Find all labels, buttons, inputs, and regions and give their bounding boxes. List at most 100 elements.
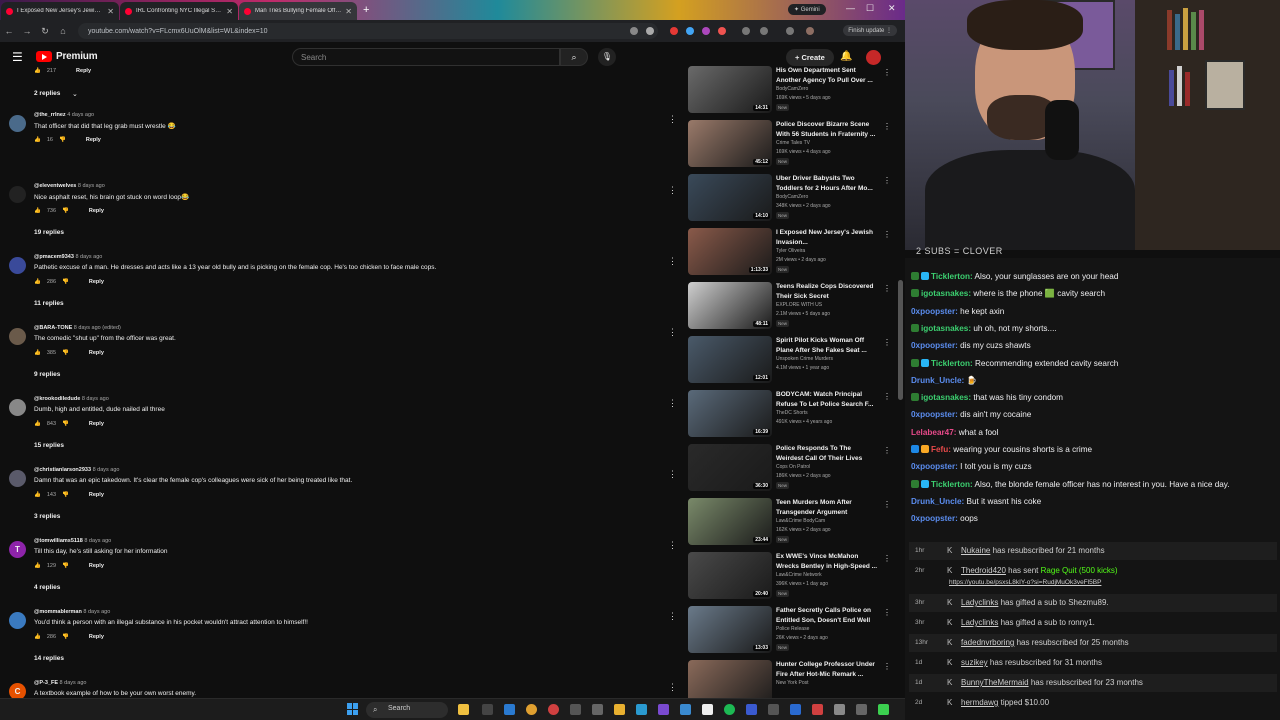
extension-icon[interactable] xyxy=(742,27,750,35)
comment-more-icon[interactable]: ⋮ xyxy=(668,327,677,338)
video-title[interactable]: Police Discover Bizarre Scene With 56 St… xyxy=(776,120,880,139)
comment-author[interactable]: @krookodiledude xyxy=(34,396,80,402)
comment-author[interactable]: @pmacem9343 xyxy=(34,254,74,260)
replies-toggle[interactable]: 15 replies xyxy=(34,442,64,449)
chat-username[interactable]: Ticklerton: xyxy=(931,272,973,281)
video-title[interactable]: Hunter College Professor Under Fire Afte… xyxy=(776,660,880,679)
replies-toggle[interactable]: 9 replies xyxy=(34,371,60,378)
discord-icon[interactable] xyxy=(658,704,669,715)
reply-button[interactable]: Reply xyxy=(89,563,104,569)
create-button[interactable]: + Create xyxy=(786,49,834,66)
chat-username[interactable]: 0xpoopster: xyxy=(911,410,958,419)
comment-avatar[interactable] xyxy=(9,399,26,416)
video-channel[interactable]: TheDC Shorts xyxy=(776,410,808,416)
taskbar-app-icon[interactable] xyxy=(790,704,801,715)
thumbs-up-icon[interactable]: 👍 xyxy=(34,563,41,569)
close-tab-icon[interactable]: ✕ xyxy=(226,7,233,16)
taskbar-app-icon[interactable] xyxy=(636,704,647,715)
chat-username[interactable]: 0xpoopster: xyxy=(911,341,958,350)
video-more-icon[interactable]: ⋮ xyxy=(883,230,891,239)
video-thumbnail[interactable] xyxy=(688,660,772,698)
event-username[interactable]: hermdawg xyxy=(961,698,998,707)
taskbar-search-field[interactable]: ⌕ Search xyxy=(366,702,448,718)
related-video-item[interactable]: 1:13:33 I Exposed New Jersey's Jewish Inv… xyxy=(686,228,896,282)
reload-icon[interactable]: ↻ xyxy=(36,26,54,37)
comment-avatar[interactable] xyxy=(9,186,26,203)
thumbs-up-icon[interactable]: 👍 xyxy=(34,279,41,285)
video-thumbnail[interactable]: 20:40 xyxy=(688,552,772,599)
comment-more-icon[interactable]: ⋮ xyxy=(668,469,677,480)
video-thumbnail[interactable]: 14:31 xyxy=(688,66,772,113)
reply-button[interactable]: Reply xyxy=(76,68,91,74)
related-video-item[interactable]: 14:10 Uber Driver Babysits Two Toddlers f… xyxy=(686,174,896,228)
chat-username[interactable]: Drunk_Uncle: xyxy=(911,497,964,506)
event-username[interactable]: Ladyclinks xyxy=(961,618,998,627)
comment-more-icon[interactable]: ⋮ xyxy=(668,398,677,409)
reply-button[interactable]: Reply xyxy=(89,279,104,285)
close-tab-icon[interactable]: ✕ xyxy=(107,7,114,16)
browser-tab[interactable]: IRL Confronting NYC Illegal Sc... ✕ xyxy=(120,2,238,20)
video-title[interactable]: His Own Department Sent Another Agency T… xyxy=(776,66,880,85)
replies-toggle[interactable]: 19 replies xyxy=(34,229,64,236)
reply-button[interactable]: Reply xyxy=(89,634,104,640)
related-video-item[interactable]: 13:03 Father Secretly Calls Police on Ent… xyxy=(686,606,896,660)
gemini-button[interactable]: ✦ Gemini xyxy=(788,4,826,15)
chat-username[interactable]: 0xpoopster: xyxy=(911,514,958,523)
video-more-icon[interactable]: ⋮ xyxy=(883,338,891,347)
reply-button[interactable]: Reply xyxy=(89,421,104,427)
video-channel[interactable]: New York Post xyxy=(776,680,809,686)
video-channel[interactable]: Crime Tales TV xyxy=(776,140,810,146)
video-thumbnail[interactable]: 45:12 xyxy=(688,120,772,167)
thumbs-down-icon[interactable]: 👎 xyxy=(59,137,66,143)
comment-more-icon[interactable]: ⋮ xyxy=(668,114,677,125)
video-channel[interactable]: EXPLORE WITH US xyxy=(776,302,822,308)
video-title[interactable]: Ex WWE's Vince McMahon Wrecks Bentley in… xyxy=(776,552,880,571)
related-video-item[interactable]: 14:31 His Own Department Sent Another Age… xyxy=(686,66,896,120)
thumbs-up-icon[interactable]: 👍 xyxy=(34,350,41,356)
chat-username[interactable]: 0xpoopster: xyxy=(911,462,958,471)
comment-more-icon[interactable]: ⋮ xyxy=(668,611,677,622)
video-thumbnail[interactable]: 16:39 xyxy=(688,390,772,437)
video-channel[interactable]: Law&Crime BodyCam xyxy=(776,518,825,524)
video-channel[interactable]: Unspoken Crime Murders xyxy=(776,356,833,362)
event-username[interactable]: Thedroid420 xyxy=(961,566,1006,575)
video-title[interactable]: BODYCAM: Watch Principal Refuse To Let P… xyxy=(776,390,880,409)
video-thumbnail[interactable]: 23:44 xyxy=(688,498,772,545)
close-tab-icon[interactable]: ✕ xyxy=(345,7,352,16)
comment-author[interactable]: @tomwilliams5118 xyxy=(34,538,83,544)
video-title[interactable]: Police Responds To The Weirdest Call Of … xyxy=(776,444,880,463)
search-input[interactable]: Search xyxy=(292,48,560,66)
reply-button[interactable]: Reply xyxy=(86,137,101,143)
event-username[interactable]: Ladyclinks xyxy=(961,598,998,607)
extension-icon[interactable] xyxy=(786,27,794,35)
chat-username[interactable]: igotasnakes: xyxy=(921,324,971,333)
related-video-item[interactable]: 23:44 Teen Murders Mom After Transgender … xyxy=(686,498,896,552)
thumbs-up-icon[interactable]: 👍 xyxy=(34,137,41,143)
thumbs-down-icon[interactable]: 👎 xyxy=(62,350,69,356)
replies-toggle[interactable]: 11 replies xyxy=(34,300,64,307)
taskbar-app-icon[interactable] xyxy=(878,704,889,715)
comment-author[interactable]: @mommablerman xyxy=(34,609,82,615)
video-more-icon[interactable]: ⋮ xyxy=(883,608,891,617)
related-video-item[interactable]: 45:12 Police Discover Bizarre Scene With … xyxy=(686,120,896,174)
account-avatar[interactable] xyxy=(866,50,881,65)
chat-username[interactable]: igotasnakes: xyxy=(921,393,971,402)
thumbs-up-icon[interactable]: 👍 xyxy=(34,634,41,640)
search-icon[interactable]: ⌕ xyxy=(560,48,588,66)
taskbar-app-icon[interactable] xyxy=(856,704,867,715)
taskbar-app-icon[interactable] xyxy=(834,704,845,715)
extension-icon[interactable] xyxy=(670,27,678,35)
extension-icon[interactable] xyxy=(630,27,638,35)
video-more-icon[interactable]: ⋮ xyxy=(883,500,891,509)
comment-more-icon[interactable]: ⋮ xyxy=(668,540,677,551)
bookmark-star-icon[interactable] xyxy=(646,27,654,35)
finish-update-button[interactable]: Finish update ⋮ xyxy=(843,25,897,36)
back-icon[interactable]: ← xyxy=(0,26,18,36)
comment-avatar[interactable] xyxy=(9,257,26,274)
extension-icon[interactable] xyxy=(760,27,768,35)
url-field[interactable]: youtube.com/watch?v=FLcmx6UuOlM&list=WL&… xyxy=(78,23,658,39)
event-link[interactable]: https://youtu.be/psxsL8kIY-o?si=RudjMuOk… xyxy=(949,579,1101,586)
video-more-icon[interactable]: ⋮ xyxy=(883,662,891,671)
video-more-icon[interactable]: ⋮ xyxy=(883,284,891,293)
browser-tab[interactable]: I Exposed New Jersey's Jewish... ✕ xyxy=(1,2,119,20)
